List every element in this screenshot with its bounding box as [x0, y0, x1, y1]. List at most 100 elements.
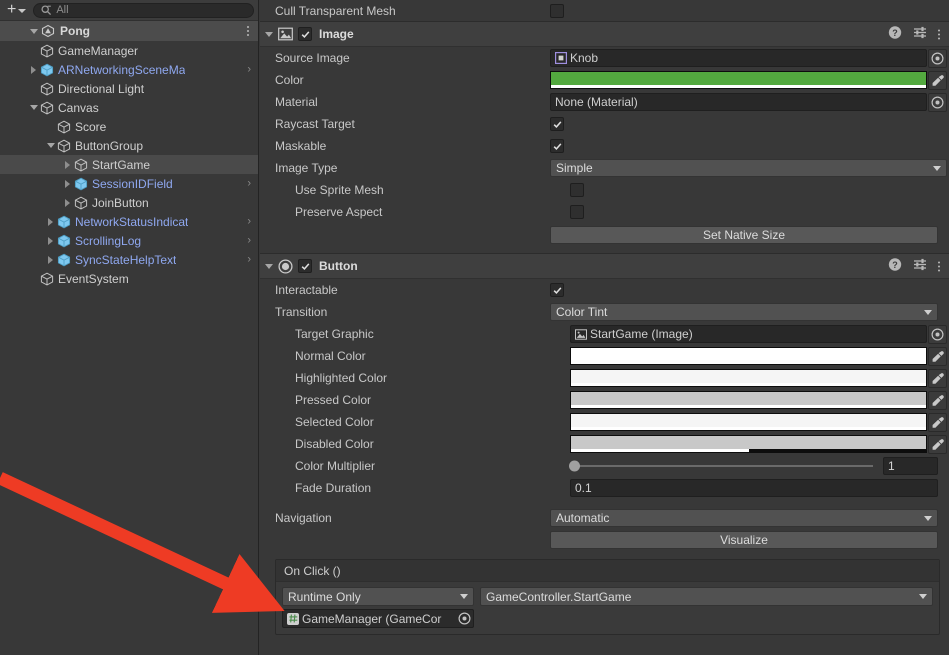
- image-type-dropdown[interactable]: Simple: [550, 159, 947, 177]
- on-click-function-dropdown[interactable]: GameController.StartGame: [480, 587, 933, 606]
- chevron-right-icon[interactable]: [45, 217, 56, 226]
- open-prefab-chevron-icon[interactable]: ›: [247, 235, 251, 246]
- button-enabled-checkbox[interactable]: [298, 259, 312, 273]
- chevron-right-icon[interactable]: [62, 179, 73, 188]
- gameobject-cube-icon: [39, 101, 55, 115]
- kebab-menu-icon[interactable]: [247, 26, 249, 36]
- scene-row-pong[interactable]: Pong: [0, 21, 258, 41]
- row-disabled-color: Disabled Color: [260, 433, 949, 455]
- cull-transparent-mesh-checkbox[interactable]: [550, 3, 564, 18]
- chevron-right-icon[interactable]: [28, 65, 39, 74]
- normal-color-swatch[interactable]: [570, 347, 927, 365]
- material-object-field[interactable]: None (Material): [550, 93, 927, 111]
- help-icon[interactable]: ?: [888, 258, 902, 275]
- raycast-target-label: Raycast Target: [275, 117, 355, 131]
- use-sprite-mesh-checkbox[interactable]: [570, 183, 584, 197]
- hierarchy-item-networkstatusindicat[interactable]: NetworkStatusIndicat ›: [0, 212, 258, 231]
- chevron-right-icon[interactable]: [62, 198, 73, 207]
- object-picker-icon[interactable]: [928, 92, 947, 112]
- svg-text:?: ?: [892, 28, 898, 38]
- chevron-right-icon[interactable]: [45, 236, 56, 245]
- eyedropper-icon[interactable]: [928, 346, 947, 366]
- hierarchy-item-label: NetworkStatusIndicat: [75, 214, 189, 229]
- hierarchy-item-arnetworkingscenema[interactable]: ARNetworkingSceneMa ›: [0, 60, 258, 79]
- hierarchy-item-score[interactable]: Score: [0, 117, 258, 136]
- hierarchy-list: GameManager ARNetworkingSceneMa › Direction…: [0, 41, 258, 288]
- eyedropper-icon[interactable]: [928, 412, 947, 432]
- slider-handle[interactable]: [569, 460, 580, 472]
- disabled-color-swatch[interactable]: [570, 435, 927, 453]
- row-pressed-color: Pressed Color: [260, 389, 949, 411]
- plus-icon: +: [7, 1, 17, 18]
- gameobject-cube-icon: [56, 120, 72, 134]
- help-icon[interactable]: ?: [888, 26, 902, 43]
- hierarchy-item-syncstatehelptext[interactable]: SyncStateHelpText ›: [0, 250, 258, 269]
- gameobject-cube-icon: [73, 158, 89, 172]
- chevron-down-icon[interactable]: [265, 263, 273, 269]
- chevron-down-icon: [924, 515, 932, 521]
- set-native-size-button[interactable]: Set Native Size: [550, 226, 938, 244]
- source-image-object-field[interactable]: Knob: [550, 49, 927, 67]
- hierarchy-toolbar: + All: [0, 0, 258, 21]
- button-component-header[interactable]: Button ?: [260, 253, 949, 279]
- open-prefab-chevron-icon[interactable]: ›: [247, 216, 251, 227]
- create-gameobject-button[interactable]: +: [4, 2, 29, 18]
- transition-dropdown[interactable]: Color Tint: [550, 303, 938, 321]
- hierarchy-item-gamemanager[interactable]: GameManager: [0, 41, 258, 60]
- hierarchy-item-startgame[interactable]: StartGame: [0, 155, 258, 174]
- chevron-down-icon[interactable]: [265, 31, 273, 37]
- color-multiplier-slider[interactable]: [569, 455, 883, 477]
- hierarchy-item-canvas[interactable]: Canvas: [0, 98, 258, 117]
- interactable-checkbox[interactable]: [550, 283, 564, 297]
- preserve-aspect-checkbox[interactable]: [570, 205, 584, 219]
- fade-duration-input[interactable]: 0.1: [570, 479, 938, 497]
- hierarchy-item-buttongroup[interactable]: ButtonGroup: [0, 136, 258, 155]
- chevron-down-icon[interactable]: [45, 143, 56, 148]
- chevron-down-icon[interactable]: [30, 28, 38, 34]
- object-picker-icon[interactable]: [458, 612, 471, 625]
- eyedropper-icon[interactable]: [928, 70, 947, 90]
- color-swatch[interactable]: [550, 71, 927, 89]
- row-transition: Transition Color Tint: [260, 301, 949, 323]
- on-click-object-field[interactable]: GameManager (GameCor: [282, 609, 474, 628]
- eyedropper-icon[interactable]: [928, 390, 947, 410]
- pressed-color-swatch[interactable]: [570, 391, 927, 409]
- open-prefab-chevron-icon[interactable]: ›: [247, 178, 251, 189]
- eyedropper-icon[interactable]: [928, 434, 947, 454]
- target-graphic-object-field[interactable]: StartGame (Image): [570, 325, 927, 343]
- kebab-menu-icon[interactable]: [938, 261, 940, 271]
- open-prefab-chevron-icon[interactable]: ›: [247, 64, 251, 75]
- row-image-type: Image Type Simple: [260, 157, 949, 179]
- eyedropper-icon[interactable]: [928, 368, 947, 388]
- navigation-dropdown[interactable]: Automatic: [550, 509, 938, 527]
- on-click-mode-dropdown[interactable]: Runtime Only: [282, 587, 474, 606]
- hierarchy-item-directional-light[interactable]: Directional Light: [0, 79, 258, 98]
- chevron-down-icon: [924, 309, 932, 315]
- preset-sliders-icon[interactable]: [913, 258, 927, 275]
- image-component-header[interactable]: Image ?: [260, 21, 949, 47]
- object-picker-icon[interactable]: [928, 324, 947, 344]
- preset-sliders-icon[interactable]: [913, 26, 927, 43]
- on-click-event-box: On Click () Runtime Only GameController.…: [275, 559, 940, 635]
- object-picker-icon[interactable]: [928, 48, 947, 68]
- prefab-cube-icon: [56, 253, 72, 267]
- hierarchy-item-sessionidfield[interactable]: SessionIDField ›: [0, 174, 258, 193]
- chevron-down-icon[interactable]: [28, 105, 39, 110]
- color-multiplier-value[interactable]: 1: [883, 457, 938, 475]
- open-prefab-chevron-icon[interactable]: ›: [247, 254, 251, 265]
- selected-color-swatch[interactable]: [570, 413, 927, 431]
- image-enabled-checkbox[interactable]: [298, 27, 312, 41]
- highlighted-color-swatch[interactable]: [570, 369, 927, 387]
- maskable-checkbox[interactable]: [550, 139, 564, 153]
- navigation-label: Navigation: [275, 511, 332, 525]
- chevron-right-icon[interactable]: [45, 255, 56, 264]
- search-input[interactable]: All: [33, 2, 254, 18]
- visualize-button[interactable]: Visualize: [550, 530, 938, 549]
- hierarchy-item-eventsystem[interactable]: EventSystem: [0, 269, 258, 288]
- raycast-target-checkbox[interactable]: [550, 117, 564, 131]
- kebab-menu-icon[interactable]: [938, 29, 940, 39]
- hierarchy-item-joinbutton[interactable]: JoinButton: [0, 193, 258, 212]
- gameobject-cube-icon: [39, 82, 55, 96]
- hierarchy-item-scrollinglog[interactable]: ScrollingLog ›: [0, 231, 258, 250]
- chevron-right-icon[interactable]: [62, 160, 73, 169]
